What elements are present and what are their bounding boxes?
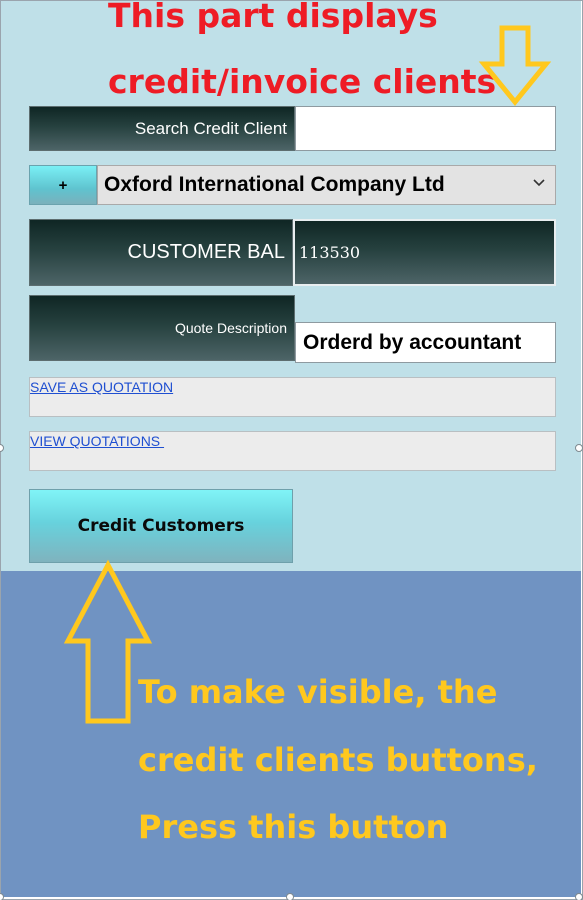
resize-handle-bottom-left[interactable]: [0, 893, 4, 900]
callout-bottom-line-1: To make visible, the: [138, 673, 498, 711]
callout-bottom-line-3: Press this button: [138, 808, 449, 846]
save-quotation-link[interactable]: SAVE AS QUOTATION: [30, 379, 173, 395]
search-credit-client-label: Search Credit Client: [29, 106, 295, 151]
resize-handle-bottom-right[interactable]: [575, 893, 583, 900]
customer-balance-label: CUSTOMER BAL: [29, 219, 293, 286]
quote-description-label: Quote Description: [29, 295, 295, 361]
resize-handle-bottom[interactable]: [286, 893, 294, 900]
add-client-button[interactable]: +: [29, 165, 97, 205]
save-quotation-box: SAVE AS QUOTATION: [29, 377, 556, 417]
search-credit-client-input[interactable]: [295, 106, 556, 151]
credit-customers-button[interactable]: Credit Customers: [29, 489, 293, 563]
chevron-down-icon[interactable]: [532, 176, 546, 190]
arrow-down-icon: [478, 25, 552, 106]
resize-handle-right[interactable]: [575, 444, 583, 452]
callout-top-line-1: This part displays: [108, 0, 438, 35]
view-quotations-link[interactable]: VIEW QUOTATIONS: [30, 433, 164, 449]
callout-top-line-2: credit/invoice clients: [108, 62, 497, 101]
client-select[interactable]: Oxford International Company Ltd: [97, 165, 556, 205]
client-select-value: Oxford International Company Ltd: [104, 173, 445, 196]
callout-bottom-line-2: credit clients buttons,: [138, 741, 538, 779]
quote-description-input[interactable]: Orderd by accountant: [295, 322, 556, 363]
customer-balance-value: 113530: [293, 219, 556, 286]
view-quotations-box: VIEW QUOTATIONS: [29, 431, 556, 471]
